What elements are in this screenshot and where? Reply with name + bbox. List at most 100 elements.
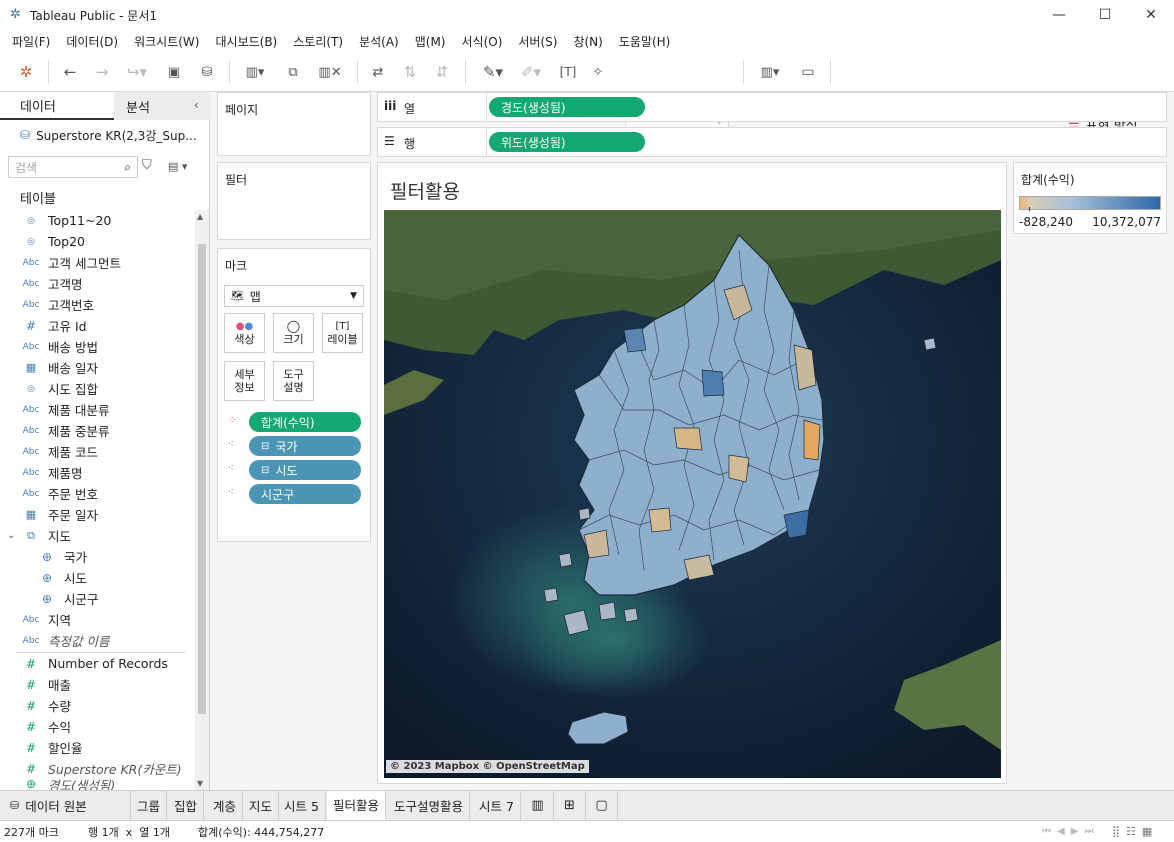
rows-shelf[interactable]: ☰ 행 위도(생성됨) [377,127,1167,157]
field-item[interactable]: ▦ 주문 일자 [0,504,195,525]
tableau-home-icon[interactable]: ✲ [14,60,38,84]
field-item[interactable]: Abc 고객번호 [0,294,195,315]
highlight-icon[interactable]: ✎▾ [476,60,510,84]
columns-pill[interactable]: 경도(생성됨) [489,97,645,117]
tab-sheet7[interactable]: 시트 7 [473,791,521,820]
field-item[interactable]: # Number of Records [0,653,195,674]
field-item[interactable]: Abc 제품명 [0,462,195,483]
field-item[interactable]: ◎ Top20 [0,231,195,252]
tab-group[interactable]: 그룹 [131,791,168,820]
field-item[interactable]: Abc 제품 코드 [0,441,195,462]
redo-icon[interactable]: → [90,60,114,84]
mark-pill-profit[interactable]: 합계(수익) [249,412,361,432]
tab-tooltip[interactable]: 도구설명활용 [388,791,471,820]
tab-datasource[interactable]: ⛁ 데이터 원본 [0,791,131,820]
field-item[interactable]: ◎ Top11~20 [0,210,195,231]
filter-fields-icon[interactable]: ⛉ [142,158,152,173]
collapse-icon[interactable]: ‹ [194,98,199,112]
menu-format[interactable]: 서식(O) [454,33,511,50]
undo-icon[interactable]: ← [58,60,82,84]
tab-set[interactable]: 집합 [168,791,205,820]
tab-filter-active[interactable]: 필터활용 [327,791,387,820]
menu-data[interactable]: 데이터(D) [58,33,126,50]
search-input[interactable]: 검색 ⌕ [8,156,138,178]
field-item[interactable]: # 수량 [0,695,195,716]
field-item[interactable]: Abc 제품 중분류 [0,420,195,441]
duplicate-icon[interactable]: ⧉ [280,60,306,84]
pages-card[interactable]: 페이지 [217,92,371,156]
tooltip-button[interactable]: 도구 설명 [273,361,314,401]
mark-pill-country[interactable]: ⊟ 국가 [249,436,361,456]
scroll-down-icon[interactable]: ▼ [197,779,203,788]
menu-dashboard[interactable]: 대시보드(B) [207,33,285,50]
save-icon[interactable]: ▣ [163,60,185,84]
size-button[interactable]: ◯ 크기 [273,313,314,353]
detail-button[interactable]: 세부 정보 [224,361,265,401]
sort-desc-icon[interactable]: ⇵ [430,60,454,84]
view-options-icon[interactable]: ▤ ▾ [168,160,187,173]
field-item[interactable]: ⊕ 경도(생성됨) [0,778,195,790]
field-item[interactable]: ◎ 시도 집합 [0,378,195,399]
map-attribution[interactable]: © 2023 Mapbox © OpenStreetMap [386,760,589,773]
field-item[interactable]: # Superstore KR(카운트) [0,758,195,779]
field-item[interactable]: Abc 주문 번호 [0,483,195,504]
tab-map[interactable]: 지도 [243,791,280,820]
tab-hierarchy[interactable]: 계층 [207,791,244,820]
field-item[interactable]: Abc 고객 세그먼트 [0,252,195,273]
clear-sheet-icon[interactable]: ▥✕ [312,60,348,84]
minimize-icon[interactable]: — [1036,0,1082,30]
tab-data[interactable]: 데이터 [0,92,114,120]
field-item[interactable]: # 수익 [0,716,195,737]
new-datasource-icon[interactable]: ⛁ [195,60,219,84]
menu-help[interactable]: 도움말(H) [611,33,679,50]
pin-icon[interactable]: ✧ [586,60,610,84]
field-item[interactable]: Abc 지역 [0,609,195,630]
group-icon[interactable]: ✐▾ [514,60,548,84]
mark-type-dropdown[interactable]: 🗺 맵 ▼ [224,285,364,307]
sort-asc-icon[interactable]: ⇅ [398,60,422,84]
label-button[interactable]: [T] 레이블 [322,313,363,353]
labels-icon[interactable]: [T] [556,60,580,84]
field-item[interactable]: # 할인율 [0,737,195,758]
mark-pill-province[interactable]: ⊟ 시도 [249,460,361,480]
field-item[interactable]: ⌄ ⧉ 지도 [0,525,195,546]
menu-window[interactable]: 창(N) [565,33,610,50]
maximize-icon[interactable]: ☐ [1082,0,1128,30]
presentation-icon[interactable]: ▭ [796,60,820,84]
field-item[interactable]: ⊕ 시도 [0,567,195,588]
menu-story[interactable]: 스토리(T) [285,33,351,50]
rows-pill[interactable]: 위도(생성됨) [489,132,645,152]
menu-file[interactable]: 파일(F) [4,33,58,50]
sheet-title[interactable]: 필터활용 [390,177,460,204]
swap-icon[interactable]: ⇄ [366,60,390,84]
tab-sheet5[interactable]: 시트 5 [278,791,326,820]
field-item[interactable]: Abc 제품 대분류 [0,399,195,420]
datasource-item[interactable]: ⛁ Superstore KR(2,3강_Sup... [20,125,205,145]
menu-worksheet[interactable]: 워크시트(W) [126,33,207,50]
field-item[interactable]: Abc 배송 방법 [0,336,195,357]
field-item[interactable]: Abc 고객명 [0,273,195,294]
color-button[interactable]: ●● 색상 [224,313,265,353]
field-item[interactable]: Abc 측정값 이름 [0,630,195,651]
close-icon[interactable]: ✕ [1128,0,1174,30]
color-legend[interactable]: 합계(수익) -828,240 10,372,077 [1013,162,1167,234]
view-mode-icons[interactable]: ⣿☷▦ [1112,825,1158,838]
field-item[interactable]: # 고유 Id [0,315,195,336]
replay-icon[interactable]: ↪▾ [120,60,154,84]
field-item[interactable]: ⊕ 국가 [0,546,195,567]
show-cards-icon[interactable]: ▥▾ [752,60,788,84]
menu-server[interactable]: 서버(S) [510,33,565,50]
filters-card[interactable]: 필터 [217,162,371,240]
field-item[interactable]: # 매출 [0,674,195,695]
map-view[interactable]: © 2023 Mapbox © OpenStreetMap [384,210,1001,778]
chevron-down-icon[interactable]: ⌄ [7,530,15,541]
menu-analysis[interactable]: 분석(A) [351,33,407,50]
field-item[interactable]: ⊕ 시군구 [0,588,195,609]
new-story-icon[interactable]: ▢ [586,791,618,820]
new-dashboard-icon[interactable]: ⊞ [554,791,586,820]
new-worksheet-icon[interactable]: ▥▾ [238,60,272,84]
scrollbar[interactable]: ▲ ▼ [195,210,209,790]
tab-nav-icons[interactable]: ⏮◀▶⏭ [1042,826,1099,837]
field-item[interactable]: ▦ 배송 일자 [0,357,195,378]
columns-shelf[interactable]: iii 열 경도(생성됨) [377,92,1167,122]
